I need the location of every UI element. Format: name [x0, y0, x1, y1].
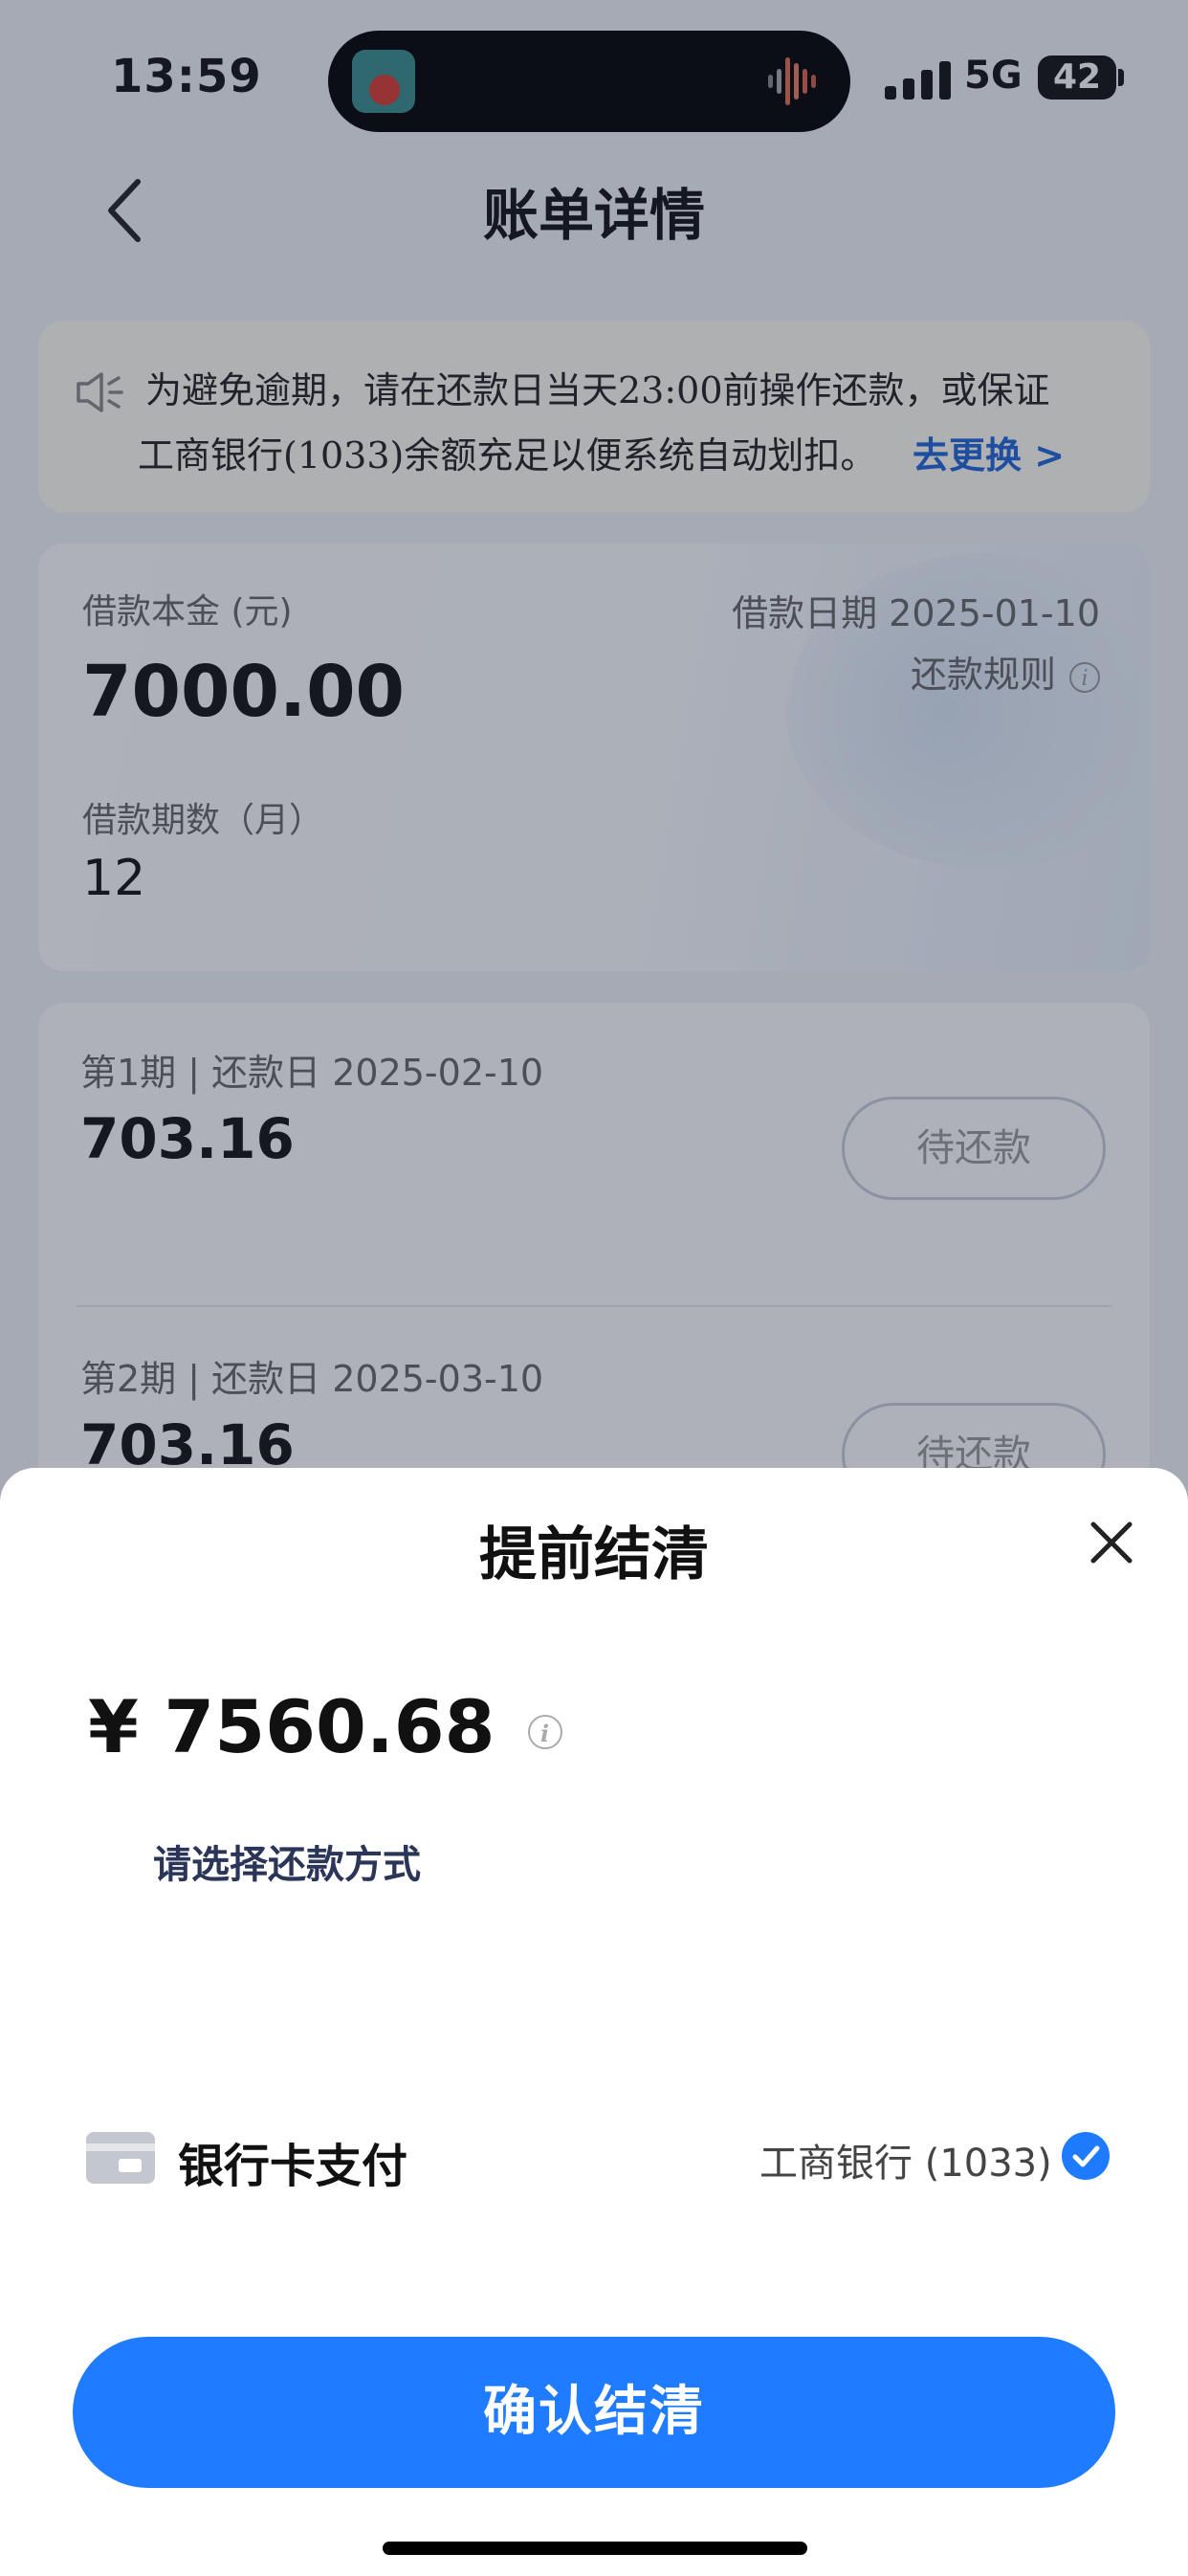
- settlement-amount-value: ¥ 7560.68: [88, 1684, 495, 1769]
- sheet-title: 提前结清: [479, 1521, 709, 1588]
- payment-method-label[interactable]: 银行卡支付: [178, 2128, 407, 2195]
- payment-method-prompt: 请选择还款方式: [153, 1843, 421, 1887]
- home-indicator: [383, 2542, 807, 2555]
- confirm-settlement-button[interactable]: 确认结清: [73, 2337, 1115, 2488]
- early-settlement-sheet: 提前结清 ¥ 7560.68 i 请选择还款方式 银行卡支付 工商银行 (1033…: [0, 1468, 1188, 2576]
- settlement-amount: ¥ 7560.68 i: [88, 1684, 562, 1769]
- info-icon[interactable]: i: [527, 1715, 562, 1749]
- close-icon[interactable]: [1089, 1520, 1134, 1566]
- bank-card-icon: [86, 2132, 155, 2184]
- check-circle-icon[interactable]: [1062, 2132, 1110, 2180]
- selected-bank[interactable]: 工商银行 (1033): [759, 2132, 1052, 2187]
